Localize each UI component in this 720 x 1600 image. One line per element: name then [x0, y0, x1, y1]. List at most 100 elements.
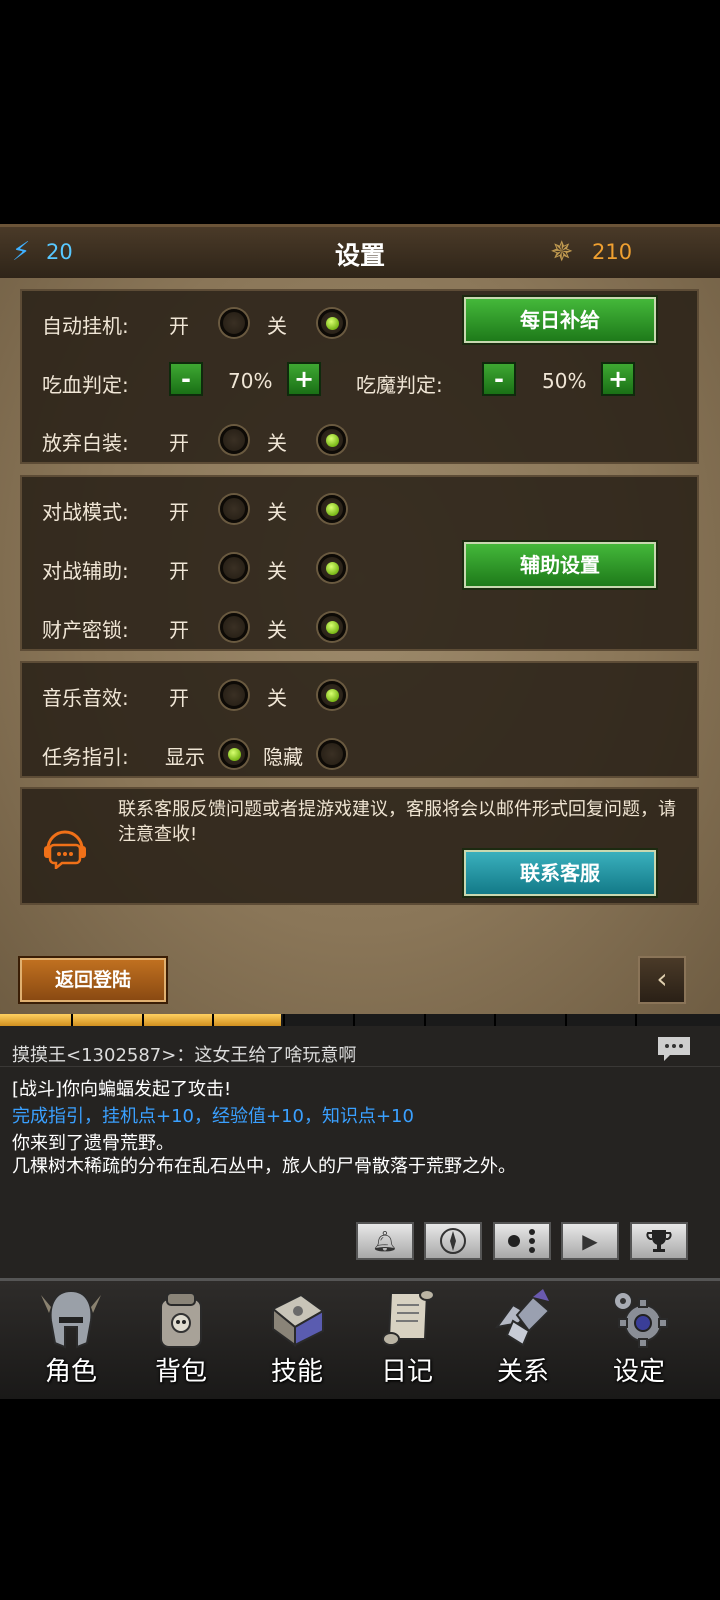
dots-button[interactable]	[493, 1222, 551, 1260]
pvp-assist-off-label: 关	[267, 559, 287, 583]
compass-button[interactable]	[424, 1222, 482, 1260]
handshake-icon	[494, 1289, 551, 1347]
daily-supply-button[interactable]: 每日补给	[464, 297, 656, 343]
nav-item-diary[interactable]: 日记	[352, 1281, 462, 1399]
backpack-icon	[160, 1292, 202, 1348]
pvp-mode-off-label: 关	[267, 500, 287, 524]
progress-divider	[494, 1014, 496, 1026]
nav-item-backpack[interactable]: 背包	[126, 1281, 236, 1399]
chat-message: 摸摸王<1302587>：这女王给了啥玩意啊	[12, 1045, 357, 1066]
music-off-label: 关	[267, 686, 287, 710]
progress-divider	[71, 1014, 73, 1026]
settings-group-misc: 音乐音效: 开 关 任务指引: 显示 隐藏	[20, 661, 699, 778]
discard-white-label: 放弃白装:	[42, 431, 129, 455]
collapse-button[interactable]: ‹	[638, 956, 686, 1004]
auto-hang-off-radio[interactable]	[318, 309, 346, 337]
bell-icon: 🔔︎	[372, 1229, 398, 1253]
property-lock-on-radio[interactable]	[220, 613, 248, 641]
compass-icon	[440, 1228, 466, 1254]
progress-divider	[635, 1014, 637, 1026]
progress-fill	[0, 1014, 281, 1026]
property-lock-on-label: 开	[169, 618, 189, 642]
settings-group-pvp: 对战模式: 开 关 对战辅助: 开 关 辅助设置 财产密锁: 开 关	[20, 475, 699, 651]
discard-white-off-radio[interactable]	[318, 426, 346, 454]
hp-plus-button[interactable]: +	[287, 362, 321, 396]
quest-guide-show-radio[interactable]	[220, 740, 248, 768]
auto-hang-off-label: 关	[267, 314, 287, 338]
gear-icon	[613, 1291, 668, 1348]
discard-white-on-label: 开	[169, 431, 189, 455]
music-off-radio[interactable]	[318, 681, 346, 709]
music-on-radio[interactable]	[220, 681, 248, 709]
pvp-mode-on-label: 开	[169, 500, 189, 524]
hp-judge-value: 70%	[228, 369, 273, 393]
auto-hang-on-radio[interactable]	[220, 309, 248, 337]
helmet-icon	[41, 1289, 101, 1349]
scroll-icon	[382, 1289, 435, 1346]
headset-chat-icon	[44, 830, 86, 869]
nav-item-settings[interactable]: 设定	[584, 1281, 694, 1399]
nav-label: 设定	[612, 1357, 665, 1387]
bell-button[interactable]: 🔔︎	[356, 1222, 414, 1260]
auto-hang-label: 自动挂机:	[42, 314, 129, 338]
quest-guide-label: 任务指引:	[42, 745, 129, 769]
discard-white-on-radio[interactable]	[220, 426, 248, 454]
pvp-mode-off-radio[interactable]	[318, 495, 346, 523]
hp-judge-label: 吃血判定:	[42, 373, 129, 397]
mp-judge-value: 50%	[542, 369, 587, 393]
progress-divider	[142, 1014, 144, 1026]
pvp-mode-label: 对战模式:	[42, 500, 129, 524]
mp-judge-label: 吃魔判定:	[356, 373, 443, 397]
nav-label: 日记	[380, 1357, 433, 1387]
discard-white-off-label: 关	[267, 431, 287, 455]
log-line: 完成指引，挂机点+10，经验值+10，知识点+10	[12, 1106, 414, 1127]
support-notice: 联系客服反馈问题或者提游戏建议，客服将会以邮件形式回复问题，请注意查收!	[118, 799, 676, 845]
skillbook-icon	[271, 1293, 325, 1347]
log-line: 几棵树木稀疏的分布在乱石丛中，旅人的尸骨散落于荒野之外。	[12, 1156, 516, 1177]
progress-divider	[565, 1014, 567, 1026]
play-button[interactable]: ▶	[561, 1222, 619, 1260]
property-lock-label: 财产密锁:	[42, 618, 129, 642]
music-label: 音乐音效:	[42, 686, 129, 710]
back-to-login-button[interactable]: 返回登陆	[20, 958, 166, 1002]
log-divider	[0, 1066, 720, 1067]
settings-group-general: 自动挂机: 开 关 每日补给 吃血判定: - 70% + 吃魔判定: - 50%…	[20, 289, 699, 464]
pvp-mode-on-radio[interactable]	[220, 495, 248, 523]
quest-guide-show-label: 显示	[165, 745, 205, 769]
pvp-assist-label: 对战辅助:	[42, 559, 129, 583]
chevron-left-icon: ‹	[656, 962, 668, 995]
nav-label: 角色	[44, 1357, 97, 1387]
play-icon: ▶	[582, 1229, 598, 1253]
mp-minus-button[interactable]: -	[482, 362, 516, 396]
trophy-icon	[646, 1230, 672, 1252]
nav-label: 关系	[496, 1357, 549, 1387]
contact-support-button[interactable]: 联系客服	[464, 850, 656, 896]
quest-guide-hide-label: 隐藏	[263, 745, 303, 769]
pvp-assist-on-label: 开	[169, 559, 189, 583]
dots-icon	[508, 1229, 535, 1253]
mp-plus-button[interactable]: +	[601, 362, 635, 396]
trophy-button[interactable]	[630, 1222, 688, 1260]
top-bar: ⚡ 20 设置 ✵ 210	[0, 224, 720, 281]
progress-divider	[212, 1014, 214, 1026]
nav-label: 技能	[270, 1357, 323, 1387]
quest-guide-hide-radio[interactable]	[318, 740, 346, 768]
music-on-label: 开	[169, 686, 189, 710]
nav-label: 背包	[154, 1357, 207, 1387]
progress-divider	[283, 1014, 285, 1026]
gold-value: 210	[592, 240, 633, 264]
nav-item-character[interactable]: 角色	[16, 1281, 126, 1399]
progress-bar	[0, 1014, 720, 1026]
assist-settings-button[interactable]: 辅助设置	[464, 542, 656, 588]
hp-minus-button[interactable]: -	[169, 362, 203, 396]
chat-bubble-icon[interactable]	[656, 1035, 692, 1063]
sword-emblem-icon: ✵	[550, 235, 574, 268]
pvp-assist-off-radio[interactable]	[318, 554, 346, 582]
auto-hang-on-label: 开	[169, 314, 189, 338]
progress-divider	[424, 1014, 426, 1026]
property-lock-off-label: 关	[267, 618, 287, 642]
nav-item-relations[interactable]: 关系	[468, 1281, 578, 1399]
property-lock-off-radio[interactable]	[318, 613, 346, 641]
pvp-assist-on-radio[interactable]	[220, 554, 248, 582]
nav-item-skills[interactable]: 技能	[242, 1281, 352, 1399]
